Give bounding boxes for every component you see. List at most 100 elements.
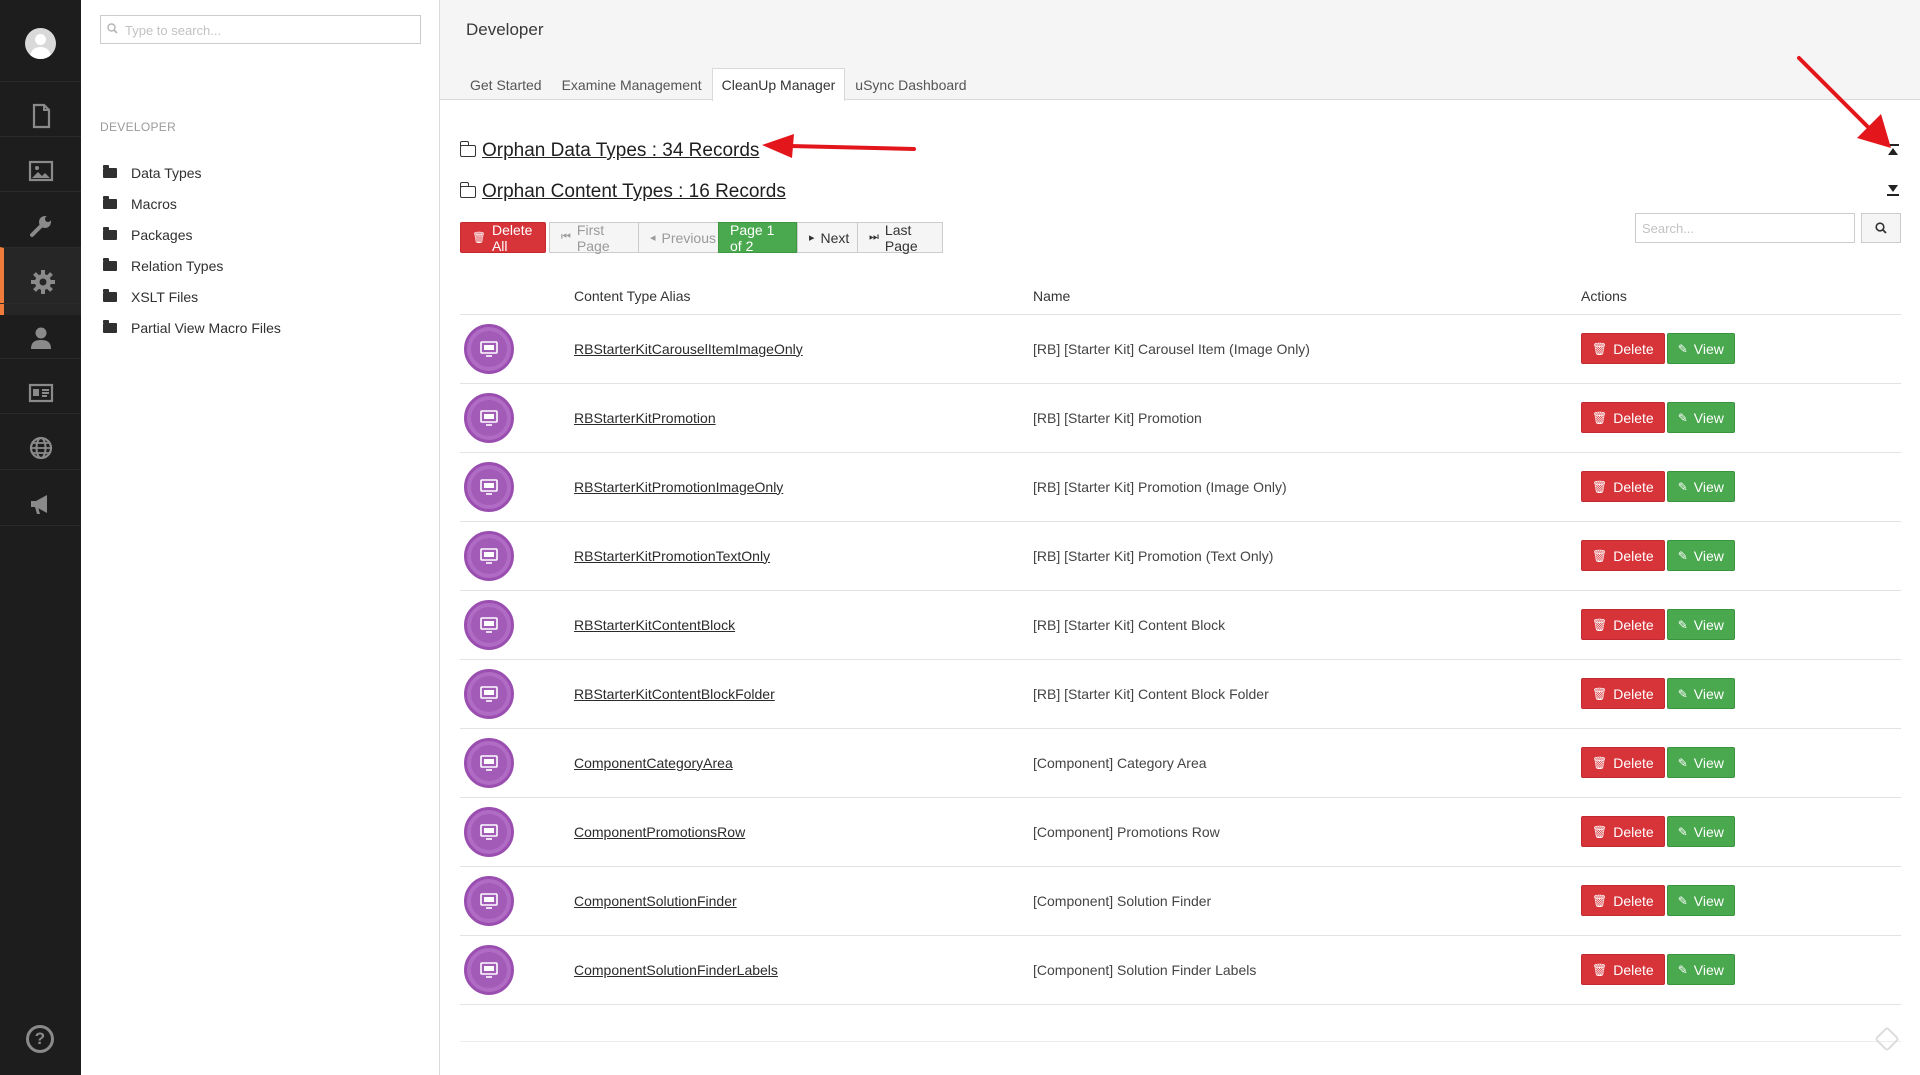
tree-item-relation-types[interactable]: Relation Types (100, 250, 281, 281)
view-button[interactable]: ✎ View (1666, 402, 1735, 433)
marketing-megaphone-icon (30, 494, 47, 514)
content-type-name: [Component] Solution Finder Labels (1033, 935, 1581, 1005)
last-page-button[interactable]: ⏭︎ Last Page (857, 221, 943, 254)
user-avatar-icon[interactable] (25, 28, 56, 59)
orphan-data-types-link[interactable]: Orphan Data Types : 34 Records (459, 140, 760, 162)
tree-item-label: XSLT Files (131, 288, 199, 305)
content-type-icon (464, 461, 514, 512)
content-type-alias-link[interactable]: RBStarterKitContentBlock (574, 617, 735, 633)
tab-usync-dashboard[interactable]: uSync Dashboard (845, 68, 976, 100)
content-type-icon (464, 806, 514, 857)
content-type-name: [Component] Category Area (1033, 728, 1581, 798)
orphan-content-types-link[interactable]: Orphan Content Types : 16 Records (459, 181, 786, 203)
page-indicator-label: Page 1 of 2 (730, 221, 775, 254)
delete-button[interactable]: 🗑︎ Delete (1581, 954, 1665, 985)
tree-item-partial-view-macro-files[interactable]: Partial View Macro Files (100, 312, 281, 343)
view-button[interactable]: ✎ View (1666, 609, 1735, 640)
tree-item-macros[interactable]: Macros (100, 188, 281, 219)
content-type-name: [RB] [Starter Kit] Promotion (1033, 383, 1581, 453)
content-type-icon (464, 392, 514, 443)
content-type-name: [RB] [Starter Kit] Promotion (Text Only) (1033, 521, 1581, 591)
content-type-alias-link[interactable]: RBStarterKitPromotionTextOnly (574, 548, 770, 564)
table-row: ComponentPromotionsRow [Component] Promot… (460, 797, 1901, 867)
icon-cell (460, 452, 574, 522)
tab-get-started[interactable]: Get Started (460, 68, 552, 100)
delete-button[interactable]: 🗑︎ Delete (1581, 471, 1665, 502)
actions-cell: 🗑︎ Delete ✎ View (1581, 452, 1901, 522)
view-label: View (1693, 754, 1724, 771)
icon-cell (460, 935, 574, 1005)
view-button[interactable]: ✎ View (1666, 885, 1735, 916)
content-type-alias-link[interactable]: ComponentCategoryArea (574, 755, 733, 771)
orphan-data-types-label: Orphan Data Types : 34 Records (482, 140, 760, 161)
delete-label: Delete (1613, 478, 1654, 495)
expand-down-icon[interactable] (1886, 183, 1900, 197)
delete-button[interactable]: 🗑︎ Delete (1581, 402, 1665, 433)
section-rail: ? (0, 0, 81, 1075)
view-button[interactable]: ✎ View (1666, 678, 1735, 709)
grid-search-button[interactable] (1861, 213, 1901, 243)
developer-gear-icon (30, 269, 55, 294)
tree-item-data-types[interactable]: Data Types (100, 157, 281, 188)
previous-label: Previous (661, 229, 716, 246)
tree-item-label: Partial View Macro Files (131, 319, 281, 336)
help-icon[interactable]: ? (26, 1025, 54, 1053)
view-button[interactable]: ✎ View (1666, 747, 1735, 778)
alias-cell: RBStarterKitContentBlockFolder (574, 659, 1033, 729)
view-button[interactable]: ✎ View (1666, 954, 1735, 985)
collapse-up-icon[interactable] (1886, 143, 1900, 157)
view-button[interactable]: ✎ View (1666, 333, 1735, 364)
content-type-alias-link[interactable]: RBStarterKitPromotionImageOnly (574, 479, 783, 495)
tree-item-xslt-files[interactable]: XSLT Files (100, 281, 281, 312)
search-icon (107, 23, 118, 34)
last-page-icon: ⏭︎ (869, 231, 879, 243)
view-button[interactable]: ✎ View (1666, 816, 1735, 847)
grid-search-input[interactable] (1635, 213, 1855, 243)
marketing-section-icon[interactable] (0, 469, 81, 537)
folder-icon (103, 226, 117, 240)
actions-cell: 🗑︎ Delete ✎ View (1581, 728, 1901, 798)
tree-search-input[interactable] (125, 20, 415, 40)
delete-button[interactable]: 🗑︎ Delete (1581, 747, 1665, 778)
next-button[interactable]: ▸ Next (797, 222, 858, 253)
delete-button[interactable]: 🗑︎ Delete (1581, 816, 1665, 847)
tab-cleanup-manager[interactable]: CleanUp Manager (711, 68, 846, 101)
delete-button[interactable]: 🗑︎ Delete (1581, 540, 1665, 571)
delete-all-button[interactable]: 🗑︎ Delete All (460, 222, 546, 254)
alias-cell: ComponentSolutionFinder (574, 866, 1033, 936)
trash-icon: 🗑︎ (1592, 548, 1608, 563)
icon-cell (460, 521, 574, 591)
view-button[interactable]: ✎ View (1666, 471, 1735, 502)
tree-item-packages[interactable]: Packages (100, 219, 281, 250)
previous-button[interactable]: ◂ Previous (638, 222, 719, 253)
delete-button[interactable]: 🗑︎ Delete (1581, 333, 1665, 364)
pencil-icon: ✎ (1677, 341, 1688, 356)
content-type-alias-link[interactable]: ComponentPromotionsRow (574, 824, 745, 840)
delete-label: Delete (1613, 892, 1654, 909)
delete-button[interactable]: 🗑︎ Delete (1581, 885, 1665, 916)
icon-cell (460, 314, 574, 384)
table-row: ComponentCategoryArea [Component] Categor… (460, 728, 1901, 798)
delete-label: Delete (1613, 616, 1654, 633)
content-type-name: [RB] [Starter Kit] Promotion (Image Only… (1033, 452, 1581, 522)
delete-button[interactable]: 🗑︎ Delete (1581, 678, 1665, 709)
view-button[interactable]: ✎ View (1666, 540, 1735, 571)
content-type-icon (464, 599, 514, 650)
first-page-icon: ⏮︎ (561, 231, 571, 243)
table-footer-divider (460, 1041, 1901, 1042)
first-page-label: First Page (576, 221, 610, 254)
content-type-alias-link[interactable]: RBStarterKitPromotion (574, 410, 716, 426)
content-type-alias-link[interactable]: RBStarterKitCarouselItemImageOnly (574, 341, 803, 357)
content-type-alias-link[interactable]: ComponentSolutionFinder (574, 893, 737, 909)
tab-examine-management[interactable]: Examine Management (552, 68, 712, 100)
pencil-icon: ✎ (1677, 962, 1688, 977)
content-type-alias-link[interactable]: ComponentSolutionFinderLabels (574, 962, 778, 978)
trash-icon: 🗑︎ (1592, 686, 1608, 701)
first-page-button[interactable]: ⏮︎ First Page (549, 221, 639, 254)
delete-button[interactable]: 🗑︎ Delete (1581, 609, 1665, 640)
content-type-alias-link[interactable]: RBStarterKitContentBlockFolder (574, 686, 775, 702)
actions-cell: 🗑︎ Delete ✎ View (1581, 935, 1901, 1005)
last-page-label: Last Page (884, 221, 918, 254)
tree-item-label: Relation Types (131, 257, 224, 274)
icon-cell (460, 383, 574, 453)
